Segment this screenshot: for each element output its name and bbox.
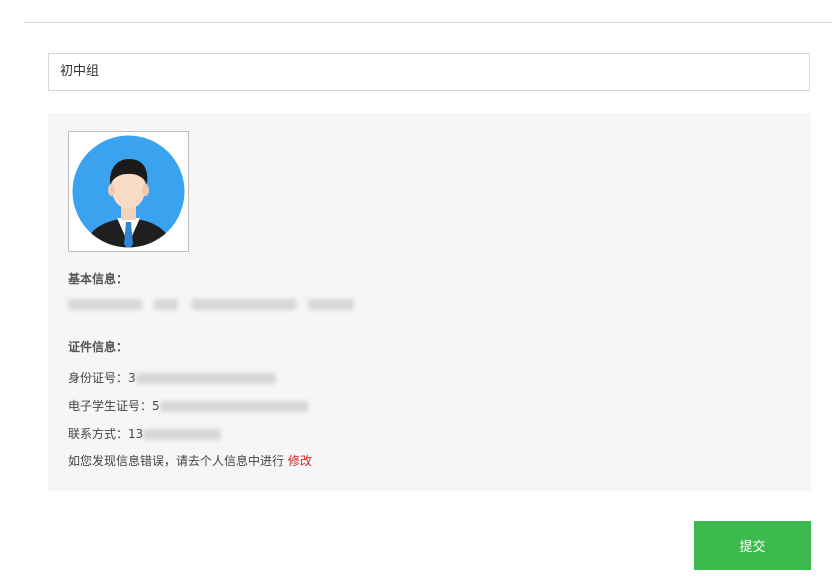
id-card-redacted — [135, 373, 276, 384]
contact-label: 联系方式： — [68, 427, 129, 441]
error-notice: 如您发现信息错误，请去个人信息中进行 修改 — [68, 452, 312, 469]
notice-text: 如您发现信息错误，请去个人信息中进行 — [68, 454, 285, 468]
id-card-value: 3 — [128, 371, 136, 385]
contact-redacted — [143, 429, 222, 440]
top-divider — [24, 22, 832, 23]
redacted-school — [192, 299, 296, 310]
contact-row: 联系方式：13 — [68, 425, 222, 442]
student-info-card: 基本信息： 证件信息： 身份证号：3 电子学生证号：5 联系方式：13 如您发现… — [48, 113, 811, 491]
submit-button[interactable]: 提交 — [694, 521, 811, 570]
student-id-value: 5 — [152, 399, 160, 413]
group-value: 初中组 — [60, 64, 100, 79]
student-id-label: 电子学生证号： — [68, 399, 153, 413]
avatar — [68, 131, 189, 252]
user-avatar-icon — [72, 135, 185, 248]
group-select-field[interactable]: 初中组 — [48, 53, 810, 91]
redacted-grade — [308, 299, 354, 310]
student-id-redacted — [159, 401, 308, 412]
basic-info-label: 基本信息： — [68, 272, 129, 286]
id-card-row: 身份证号：3 — [68, 369, 276, 386]
contact-value: 13 — [128, 427, 144, 441]
edit-info-link[interactable]: 修改 — [288, 454, 312, 468]
student-id-row: 电子学生证号：5 — [68, 397, 308, 414]
redacted-name — [68, 299, 142, 310]
cert-info-label: 证件信息： — [68, 340, 129, 354]
id-card-label: 身份证号： — [68, 371, 129, 385]
redacted-gender — [154, 299, 178, 310]
